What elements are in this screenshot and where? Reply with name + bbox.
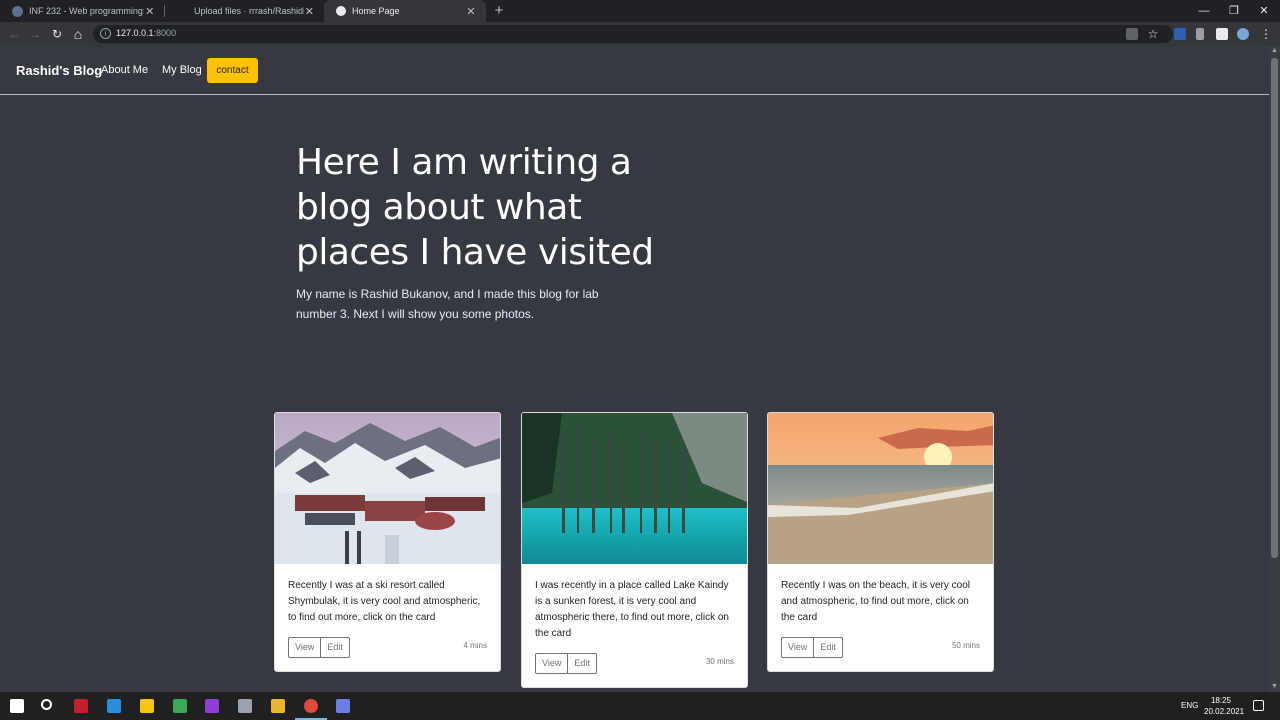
settings-app-icon[interactable] [238,699,252,713]
clock[interactable]: 18:25 20.02.2021 [1204,692,1245,720]
url-port: :8000 [153,28,177,38]
card-button-group: View Edit [781,637,843,658]
edit-button[interactable]: Edit [814,637,843,658]
card-text: Recently I was on the beach, it is very … [781,580,970,623]
close-tab-icon[interactable]: ✕ [304,5,315,18]
view-button[interactable]: View [781,637,815,658]
new-tab-button[interactable]: + [490,0,508,22]
hero-title-line: places I have visited [296,232,654,273]
url-host: 127.0.0.1 [116,28,154,38]
clock-date: 20.02.2021 [1204,707,1245,716]
scroll-down-arrow-icon[interactable]: ▼ [1269,682,1280,692]
beach-sunset-illustration [768,413,993,564]
edit-button[interactable]: Edit [321,637,350,658]
search-icon[interactable] [41,699,52,710]
hero-title-line: Here I am writing a [296,142,632,183]
edit-button[interactable]: Edit [568,653,597,674]
tab-title: Upload files · rrrash/RashidBukan [194,6,304,16]
chrome-icon[interactable] [304,699,318,713]
browser-tab[interactable]: INF 232 - Web programming: ba ✕ [0,0,164,22]
blog-card-shymbulak[interactable]: Recently I was at a ski resort called Sh… [274,412,501,672]
file-app-icon[interactable] [173,699,187,713]
restore-button[interactable]: ❐ [1219,0,1249,22]
browser-tab-active[interactable]: Home Page ✕ [324,0,486,22]
translate-icon[interactable] [1126,28,1138,40]
site-navbar: Rashid's Blog About Me My Blog contact [0,46,1269,95]
clock-time: 18:25 [1210,696,1232,705]
windows-start-icon[interactable] [10,699,24,713]
nav-link-about-me[interactable]: About Me [101,64,148,76]
web-page: Rashid's Blog About Me My Blog contact H… [0,46,1269,692]
bookmark-star-icon[interactable]: ☆ [1144,22,1162,46]
github-favicon-icon [177,5,188,17]
read-time: 30 mins [705,657,734,666]
card-text: Recently I was at a ski resort called Sh… [288,580,481,623]
globe-icon [336,6,346,16]
phpstorm-icon[interactable] [205,699,219,713]
hero-title: Here I am writing a blog about what plac… [296,140,654,275]
browser-menu-icon[interactable]: ⋮ [1257,22,1275,46]
vpn-extension-icon[interactable] [1174,28,1186,40]
contact-button[interactable]: contact [207,58,258,83]
read-time: 4 mins [463,641,487,650]
home-icon[interactable]: ⌂ [69,22,87,46]
sticky-notes-icon[interactable] [140,699,154,713]
blog-card-kaindy[interactable]: I was recently in a place called Lake Ka… [521,412,748,688]
card-text: I was recently in a place called Lake Ka… [535,580,729,639]
profile-avatar-icon[interactable] [1237,28,1249,40]
close-tab-icon[interactable]: ✕ [144,5,156,18]
read-time: 50 mins [951,641,980,650]
jetbrains-icon[interactable] [74,699,88,713]
site-brand[interactable]: Rashid's Blog [16,63,102,78]
ski-resort-photo[interactable] [275,413,500,564]
view-button[interactable]: View [535,653,569,674]
nav-link-my-blog[interactable]: My Blog [162,64,202,76]
extension-icon[interactable] [1196,28,1204,40]
address-bar[interactable]: i 127.0.0.1:8000 [93,25,1173,43]
card-button-group: View Edit [288,637,350,658]
close-tab-icon[interactable]: ✕ [464,5,478,18]
browser-tab[interactable]: Upload files · rrrash/RashidBukan ✕ [165,0,323,22]
input-language[interactable]: ENG [1181,692,1198,720]
tab-title: INF 232 - Web programming: ba [29,6,144,16]
blog-card-beach[interactable]: Recently I was on the beach, it is very … [767,412,994,672]
sunken-forest-illustration [522,413,747,564]
discord-icon[interactable] [336,699,350,713]
browser-tab-strip: INF 232 - Web programming: ba ✕ Upload f… [0,0,1280,22]
browser-toolbar: ← → ↻ ⌂ i 127.0.0.1:8000 ☆ ⋮ [0,22,1280,46]
back-icon[interactable]: ← [5,22,23,46]
ski-resort-illustration [275,413,500,564]
close-window-button[interactable]: ✕ [1249,0,1279,22]
hero-lead: My name is Rashid Bukanov, and I made th… [296,287,599,321]
beach-photo[interactable] [768,413,993,564]
site-favicon-icon [12,5,23,17]
minimize-button[interactable]: — [1189,0,1219,22]
scroll-up-arrow-icon[interactable]: ▲ [1269,46,1280,56]
page-scrollbar[interactable]: ▲ ▼ [1269,46,1280,692]
notifications-icon[interactable] [1253,700,1264,711]
address-url[interactable]: 127.0.0.1:8000 [116,28,176,38]
reload-icon[interactable]: ↻ [48,22,66,46]
card-button-group: View Edit [535,653,597,674]
lake-kaindy-photo[interactable] [522,413,747,564]
puzzle-extensions-icon[interactable] [1216,28,1228,40]
scrollbar-thumb[interactable] [1271,58,1278,558]
vscode-icon[interactable] [107,699,121,713]
view-button[interactable]: View [288,637,322,658]
forward-icon[interactable]: → [26,22,44,46]
windows-taskbar: ENG 18:25 20.02.2021 [0,692,1280,720]
file-explorer-icon[interactable] [271,699,285,713]
site-info-icon[interactable]: i [100,28,111,39]
tab-title: Home Page [352,6,400,16]
hero-title-line: blog about what [296,187,582,228]
